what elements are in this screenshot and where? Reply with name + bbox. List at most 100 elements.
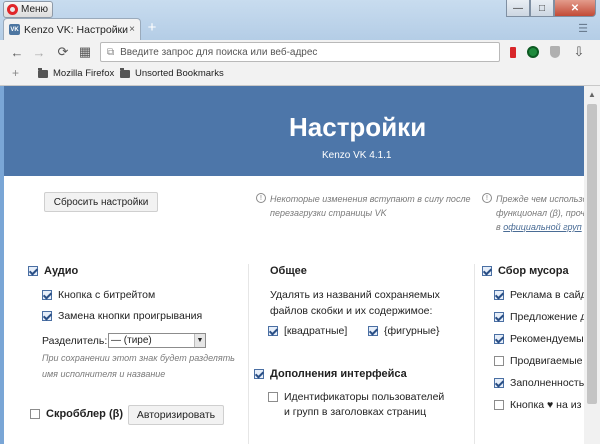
folder-icon [38, 67, 48, 78]
garbage-section-header[interactable]: Сбор мусора [482, 265, 569, 277]
option-label: Рекомендуемые [510, 333, 584, 345]
note-line: функционал (β), проч [496, 208, 584, 218]
minimize-button[interactable]: — [506, 0, 530, 17]
forward-icon[interactable]: → [30, 42, 48, 62]
checkbox[interactable] [268, 326, 278, 336]
settings-banner: Настройки Kenzo VK 4.1.1 [4, 86, 584, 176]
garbage-option[interactable]: Предложение д [494, 311, 584, 323]
separator-hint: При сохранении этот знак будет разделять… [42, 351, 247, 381]
audio-section-header[interactable]: Аудио [28, 265, 78, 277]
reset-settings-button[interactable]: Сбросить настройки [44, 192, 158, 212]
tab-menu-icon[interactable]: ☰ [578, 22, 588, 35]
version-label: Kenzo VK 4.1.1 [322, 150, 392, 161]
hint-line: При сохранении этот знак будет разделять [42, 353, 235, 363]
vk-favicon-icon: VK [9, 24, 20, 35]
tab-kenzo-settings[interactable]: VK Kenzo VK: Настройки × [3, 18, 141, 40]
option-label: {фигурные} [384, 325, 440, 337]
official-group-link[interactable]: официальной груп [503, 222, 581, 232]
opera-menu-button[interactable]: Меню [3, 1, 53, 18]
option-label: Кнопка ♥ на из [510, 399, 582, 411]
audio-title: Аудио [44, 265, 79, 277]
checkbox[interactable] [42, 290, 52, 300]
option-label-line: Идентификаторы пользователей [284, 391, 445, 403]
maximize-button[interactable]: □ [530, 0, 554, 17]
option-label: Идентификаторы пользователей и групп в з… [284, 390, 444, 420]
checkbox[interactable] [494, 378, 504, 388]
option-label-line: и групп в заголовках страниц [284, 406, 427, 418]
garbage-option[interactable]: Реклама в сайд [494, 289, 584, 301]
authorize-button[interactable]: Авторизировать [128, 405, 224, 425]
info-icon: ! [256, 193, 266, 203]
note-line: перезагрузки страницы VK [270, 208, 387, 218]
garbage-checkbox[interactable] [482, 266, 492, 276]
window-controls: — □ ✕ [506, 0, 596, 17]
folder-icon [120, 67, 130, 78]
bookmark-folder-firefox[interactable]: Mozilla Firefox [38, 67, 114, 79]
download-icon[interactable]: ⇩ [570, 42, 588, 62]
info-icon: ! [482, 193, 492, 203]
new-tab-button[interactable]: + [145, 20, 159, 35]
community-note: ! Прежде чем использо функционал (β), пр… [482, 192, 584, 234]
checkbox[interactable] [494, 400, 504, 410]
shield-icon[interactable] [546, 42, 564, 62]
bookmarks-bar: + Mozilla Firefox Unsorted Bookmarks [0, 64, 600, 86]
globe-icon[interactable] [524, 42, 542, 62]
option-label: Продвигаемые [510, 355, 583, 367]
garbage-title: Сбор мусора [498, 265, 569, 277]
scroll-up-icon[interactable]: ▲ [584, 86, 600, 102]
speed-dial-icon[interactable]: ▦ [76, 42, 94, 62]
checkbox[interactable] [494, 356, 504, 366]
checkbox[interactable] [494, 290, 504, 300]
address-placeholder: Введите запрос для поиска или веб-адрес [120, 46, 318, 58]
checkbox[interactable] [42, 311, 52, 321]
separator-label: Разделитель: [42, 335, 108, 347]
note-line: Некоторые изменения вступают в силу посл… [270, 194, 471, 204]
back-icon[interactable]: ← [8, 42, 26, 62]
square-brackets-option[interactable]: [квадратные] [268, 325, 347, 337]
scrobbler-checkbox[interactable] [30, 409, 40, 419]
checkbox[interactable] [368, 326, 378, 336]
separator-select[interactable]: — (тире) ▼ [108, 333, 206, 348]
garbage-option[interactable]: Продвигаемые [494, 355, 582, 367]
replace-play-button-option[interactable]: Замена кнопки проигрывания [42, 310, 202, 322]
general-section-header: Общее [270, 265, 307, 277]
general-desc-line: Удалять из названий сохраняемых [270, 289, 440, 301]
garbage-option[interactable]: Рекомендуемые [494, 333, 584, 345]
checkbox[interactable] [494, 334, 504, 344]
garbage-option[interactable]: Заполненность [494, 377, 584, 389]
note-line: Прежде чем использо [496, 194, 584, 204]
addons-section-header[interactable]: Дополнения интерфейса [254, 368, 407, 380]
bookmark-icon[interactable] [504, 42, 522, 62]
checkbox[interactable] [494, 312, 504, 322]
general-desc-line: файлов скобки и их содержимое: [270, 305, 433, 317]
hint-line: имя исполнителя и название [42, 369, 166, 379]
close-window-button[interactable]: ✕ [554, 0, 596, 17]
curly-brackets-option[interactable]: {фигурные} [368, 325, 440, 337]
bookmark-folder-unsorted[interactable]: Unsorted Bookmarks [120, 67, 224, 79]
column-divider [248, 264, 249, 444]
garbage-option[interactable]: Кнопка ♥ на из [494, 399, 581, 411]
option-label: Заполненность [510, 377, 584, 389]
bitrate-button-option[interactable]: Кнопка с битрейтом [42, 289, 155, 301]
user-ids-option[interactable]: Идентификаторы пользователей и групп в з… [268, 390, 444, 420]
add-bookmark-button[interactable]: + [12, 66, 19, 80]
addons-checkbox[interactable] [254, 369, 264, 379]
tab-close-icon[interactable]: × [129, 24, 135, 35]
settings-page: Настройки Kenzo VK 4.1.1 Сбросить настро… [4, 86, 584, 444]
separator-value: — (тире) [111, 335, 152, 346]
scrobbler-section-header[interactable]: Скробблер (β) [30, 408, 123, 420]
tab-label: Kenzo VK: Настройки [24, 23, 129, 36]
window-titlebar: Меню — □ ✕ VK Kenzo VK: Настройки × + ☰ [0, 0, 600, 40]
extension-icon: ⧉ [107, 46, 115, 58]
checkbox[interactable] [268, 392, 278, 402]
addons-title: Дополнения интерфейса [270, 368, 407, 380]
option-label: Кнопка с битрейтом [58, 289, 156, 301]
reload-icon[interactable]: ⟳ [54, 42, 72, 62]
audio-checkbox[interactable] [28, 266, 38, 276]
scrobbler-title: Скробблер (β) [46, 408, 123, 420]
address-bar[interactable]: ⧉ Введите запрос для поиска или веб-адре… [100, 42, 500, 62]
note-line: в официальной груп [482, 220, 584, 234]
page-scrollbar[interactable]: ▲ [584, 86, 600, 444]
scroll-thumb[interactable] [587, 104, 597, 404]
opera-logo-icon [7, 4, 18, 15]
